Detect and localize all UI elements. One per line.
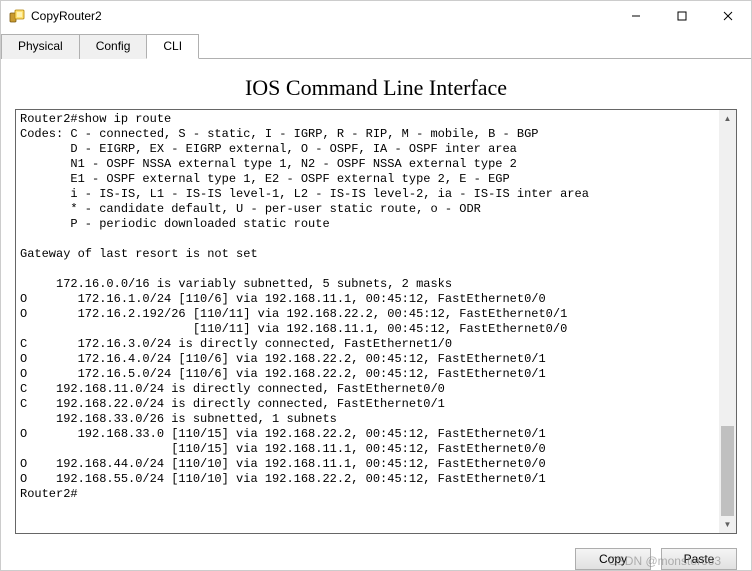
content-area: IOS Command Line Interface Router2#show … [1,59,751,540]
tab-config[interactable]: Config [79,34,148,59]
page-title: IOS Command Line Interface [15,75,737,101]
tab-physical[interactable]: Physical [1,34,80,59]
minimize-button[interactable] [613,1,659,31]
title-bar: CopyRouter2 [1,1,751,31]
close-button[interactable] [705,1,751,31]
scroll-down-icon[interactable]: ▼ [719,516,736,533]
tab-bar: Physical Config CLI [1,33,751,59]
tab-cli[interactable]: CLI [146,34,199,59]
app-icon [9,8,25,24]
cli-terminal[interactable]: Router2#show ip route Codes: C - connect… [15,109,737,534]
scrollbar[interactable]: ▲ ▼ [719,110,736,533]
scroll-track[interactable] [719,127,736,516]
terminal-container: Router2#show ip route Codes: C - connect… [15,109,737,534]
scroll-up-icon[interactable]: ▲ [719,110,736,127]
window-title: CopyRouter2 [31,9,613,23]
watermark: CSDN @monster663 [608,554,721,568]
maximize-button[interactable] [659,1,705,31]
scroll-thumb[interactable] [721,426,734,516]
window-controls [613,1,751,31]
